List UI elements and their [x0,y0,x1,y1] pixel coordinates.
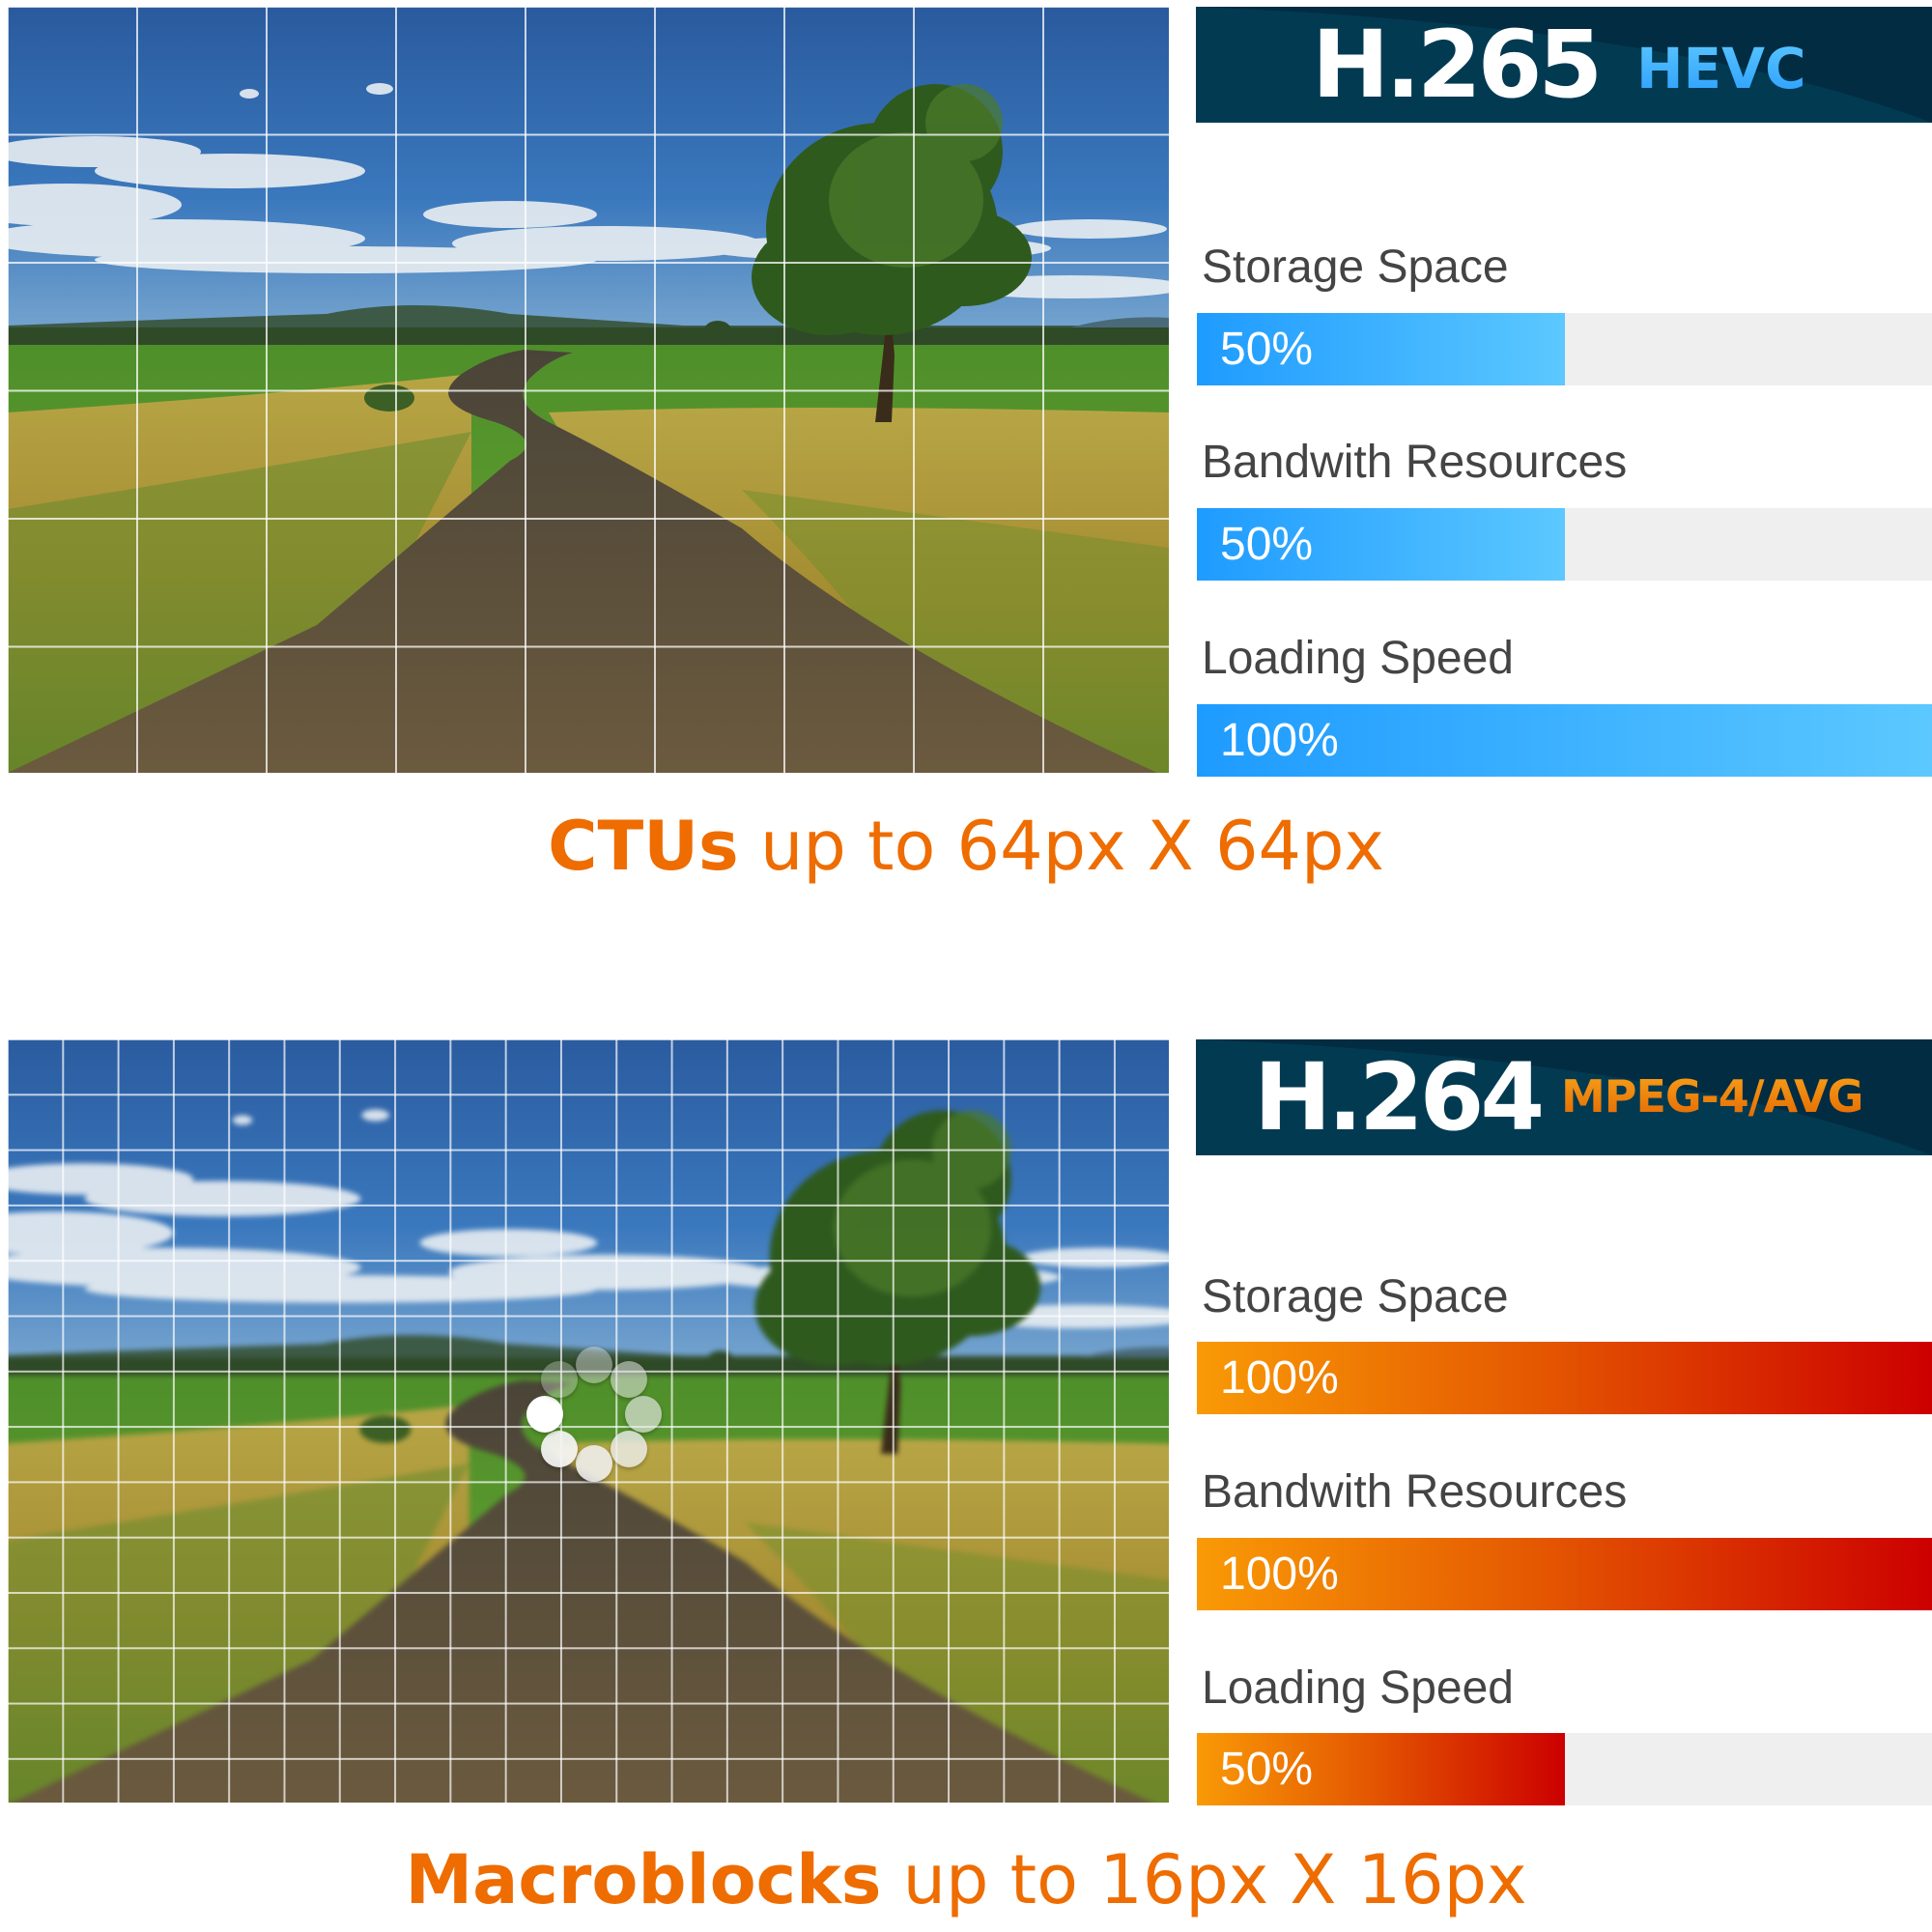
progress-value: 100% [1220,1548,1339,1600]
progress-fill: 50% [1197,313,1565,385]
metric-label-loading: Loading Speed [1202,633,1514,684]
progress-bar-storage: 50% [1197,313,1932,385]
hevc-banner: H.265 HEVC [1196,7,1932,123]
progress-value: 50% [1220,519,1314,570]
progress-fill: 100% [1197,1538,1932,1610]
spinner-dot [541,1361,578,1398]
progress-fill: 50% [1197,508,1565,581]
avc-caption: Macroblocks up to 16px X 16px [0,1840,1932,1919]
avc-banner: H.264 MPEG-4/AVG [1196,1039,1932,1155]
metric-label-bandwidth: Bandwith Resources [1202,1466,1628,1518]
progress-fill: 50% [1197,1733,1565,1805]
spinner-dot [541,1431,578,1467]
progress-bar-bandwidth: 100% [1197,1538,1932,1610]
progress-bar-loading: 50% [1197,1733,1932,1805]
metric-label-bandwidth: Bandwith Resources [1202,437,1628,488]
progress-value: 100% [1220,1352,1339,1404]
metric-label-storage: Storage Space [1202,242,1509,293]
progress-bar-storage: 100% [1197,1342,1932,1414]
progress-value: 50% [1220,1744,1314,1795]
codec-subtitle: HEVC [1636,36,1806,101]
caption-text: up to 16px X 16px [881,1840,1527,1919]
progress-bar-loading: 100% [1197,704,1932,777]
spinner-dot [576,1347,612,1383]
progress-value: 50% [1220,324,1314,375]
metric-label-loading: Loading Speed [1202,1662,1514,1714]
codec-name: H.264 [1254,1043,1545,1151]
spinner-dot [611,1361,647,1398]
codec-subtitle: MPEG-4/AVG [1561,1070,1863,1122]
metric-label-storage: Storage Space [1202,1271,1509,1322]
spinner-dot [576,1445,612,1482]
hevc-caption: CTUs up to 64px X 64px [0,807,1932,886]
spinner-dot [526,1396,563,1433]
progress-fill: 100% [1197,1342,1932,1414]
progress-fill: 100% [1197,704,1932,777]
progress-value: 100% [1220,715,1339,766]
caption-bold: Macroblocks [405,1840,882,1919]
hevc-photo [8,7,1169,773]
landscape-image [8,7,1169,773]
caption-bold: CTUs [548,807,739,886]
caption-text: up to 64px X 64px [738,807,1384,886]
progress-bar-bandwidth: 50% [1197,508,1932,581]
codec-name: H.265 [1312,11,1603,119]
loading-spinner-icon [522,1347,667,1492]
spinner-dot [625,1396,662,1433]
spinner-dot [611,1431,647,1467]
